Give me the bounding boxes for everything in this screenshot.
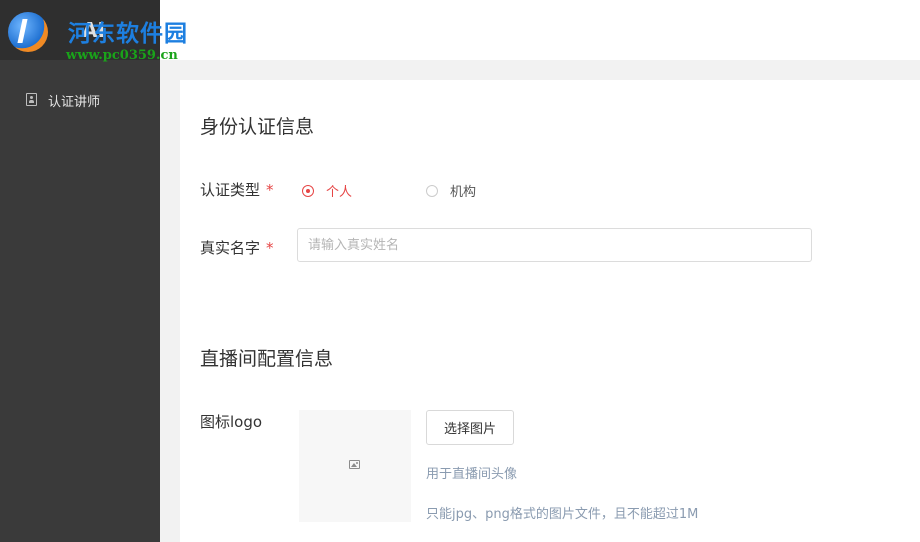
select-image-button[interactable]: 选择图片 bbox=[426, 410, 514, 445]
logo-hint-format: 只能jpg、png格式的图片文件，且不能超过1M bbox=[426, 507, 699, 522]
section-title-identity: 身份认证信息 bbox=[200, 116, 315, 138]
radio-button-unchecked[interactable] bbox=[426, 184, 438, 197]
radio-label-personal: 个人 bbox=[326, 185, 353, 200]
watermark-brand-url: www.pc0359.cn bbox=[66, 48, 178, 63]
sidebar: AI 认证讲师 bbox=[0, 0, 160, 542]
sidebar-item-certified-lecturer[interactable]: 认证讲师 bbox=[0, 86, 160, 114]
real-name-input[interactable] bbox=[297, 228, 812, 262]
required-mark: * bbox=[266, 239, 274, 257]
radio-label-organization: 机构 bbox=[450, 185, 477, 200]
required-mark: * bbox=[266, 181, 274, 199]
radio-button-checked[interactable] bbox=[302, 184, 314, 197]
brand-logo-icon bbox=[8, 12, 48, 52]
field-label-logo: 图标logo bbox=[200, 413, 263, 431]
watermark-brand-name: 河东软件园 bbox=[68, 21, 188, 47]
id-card-icon bbox=[26, 93, 37, 106]
field-label-type: 认证类型 * bbox=[200, 179, 274, 200]
logo-hint-usage: 用于直播间头像 bbox=[426, 467, 518, 482]
sidebar-item-label: 认证讲师 bbox=[48, 95, 101, 110]
field-label-real-name-text: 真实名字 bbox=[200, 239, 261, 257]
radio-organization[interactable]: 机构 bbox=[426, 181, 476, 200]
radio-personal[interactable]: 个人 bbox=[302, 181, 352, 200]
main-panel: 身份认证信息 认证类型* 个人 机构 真实名字* 直播间配置信息 图标logo … bbox=[180, 80, 920, 542]
field-label-type-text: 认证类型 bbox=[200, 181, 261, 199]
section-title-live-room: 直播间配置信息 bbox=[200, 348, 334, 370]
field-label-real-name: 真实名字 * bbox=[200, 237, 274, 258]
logo-preview-area[interactable] bbox=[299, 410, 411, 522]
image-placeholder-icon bbox=[349, 460, 360, 469]
